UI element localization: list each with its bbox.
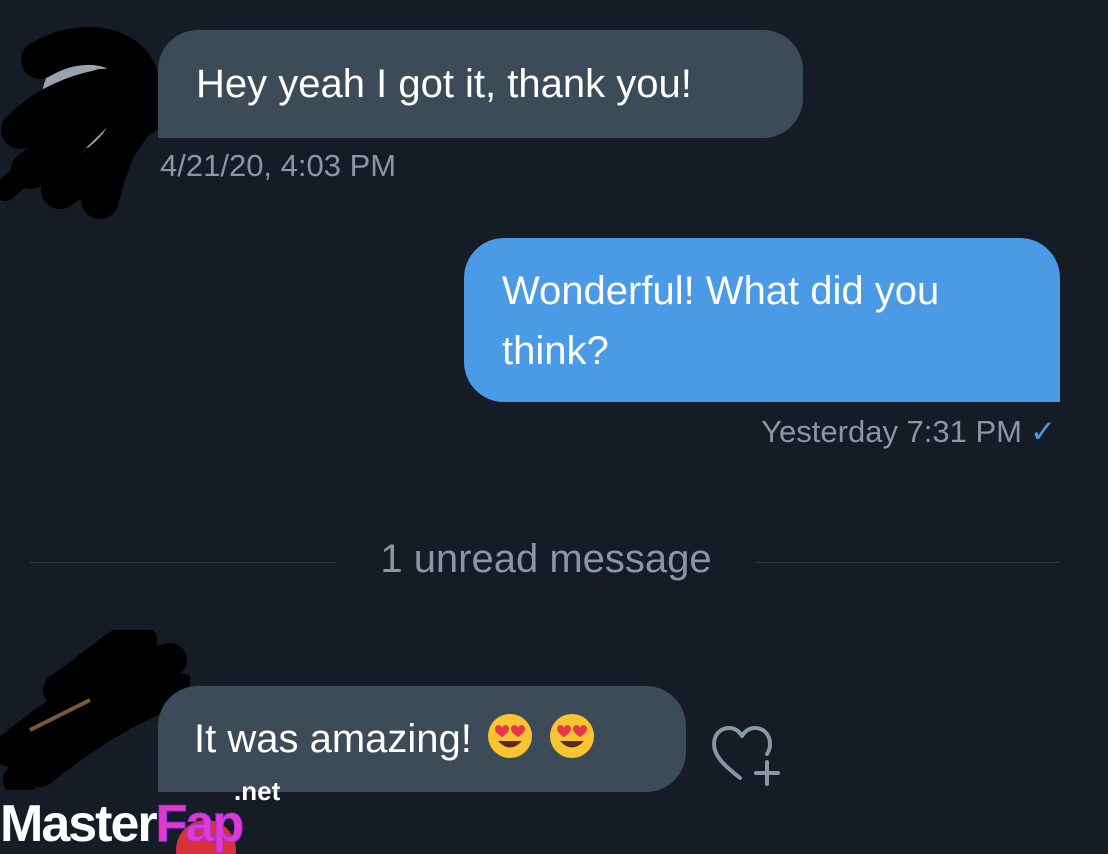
message-timestamp: 4/21/20, 4:03 PM (160, 148, 397, 183)
heart-eyes-emoji-icon (487, 714, 532, 758)
divider-line-right (755, 562, 1060, 563)
read-check-icon: ✓ (1030, 414, 1056, 449)
outgoing-message-bubble[interactable]: Wonderful! What did you think? (464, 238, 1060, 402)
message-text: Hey yeah I got it, thank you! (196, 62, 692, 106)
incoming-message-bubble[interactable]: Hey yeah I got it, thank you! (158, 30, 803, 138)
message-text-line: think? (502, 329, 609, 373)
dm-conversation: Hey yeah I got it, thank you! 4/21/20, 4… (0, 0, 1108, 854)
message-text-line: Wonderful! What did you (502, 269, 940, 313)
redacted-avatar (0, 27, 169, 219)
watermark-logo: .net MasterFap (0, 776, 310, 854)
message-timestamp-row: Yesterday 7:31 PM ✓ (761, 414, 1056, 450)
watermark-main: Master (0, 795, 158, 853)
watermark-text: MasterFap (0, 794, 245, 854)
message-timestamp: Yesterday 7:31 PM (761, 414, 1023, 449)
unread-divider-label: 1 unread message (380, 537, 712, 581)
watermark-accent: Fap (155, 795, 244, 854)
heart-eyes-emoji-icon (549, 714, 594, 758)
message-text: It was amazing! (194, 717, 472, 761)
divider-line-left (30, 562, 335, 563)
heart-plus-icon[interactable] (708, 722, 784, 788)
